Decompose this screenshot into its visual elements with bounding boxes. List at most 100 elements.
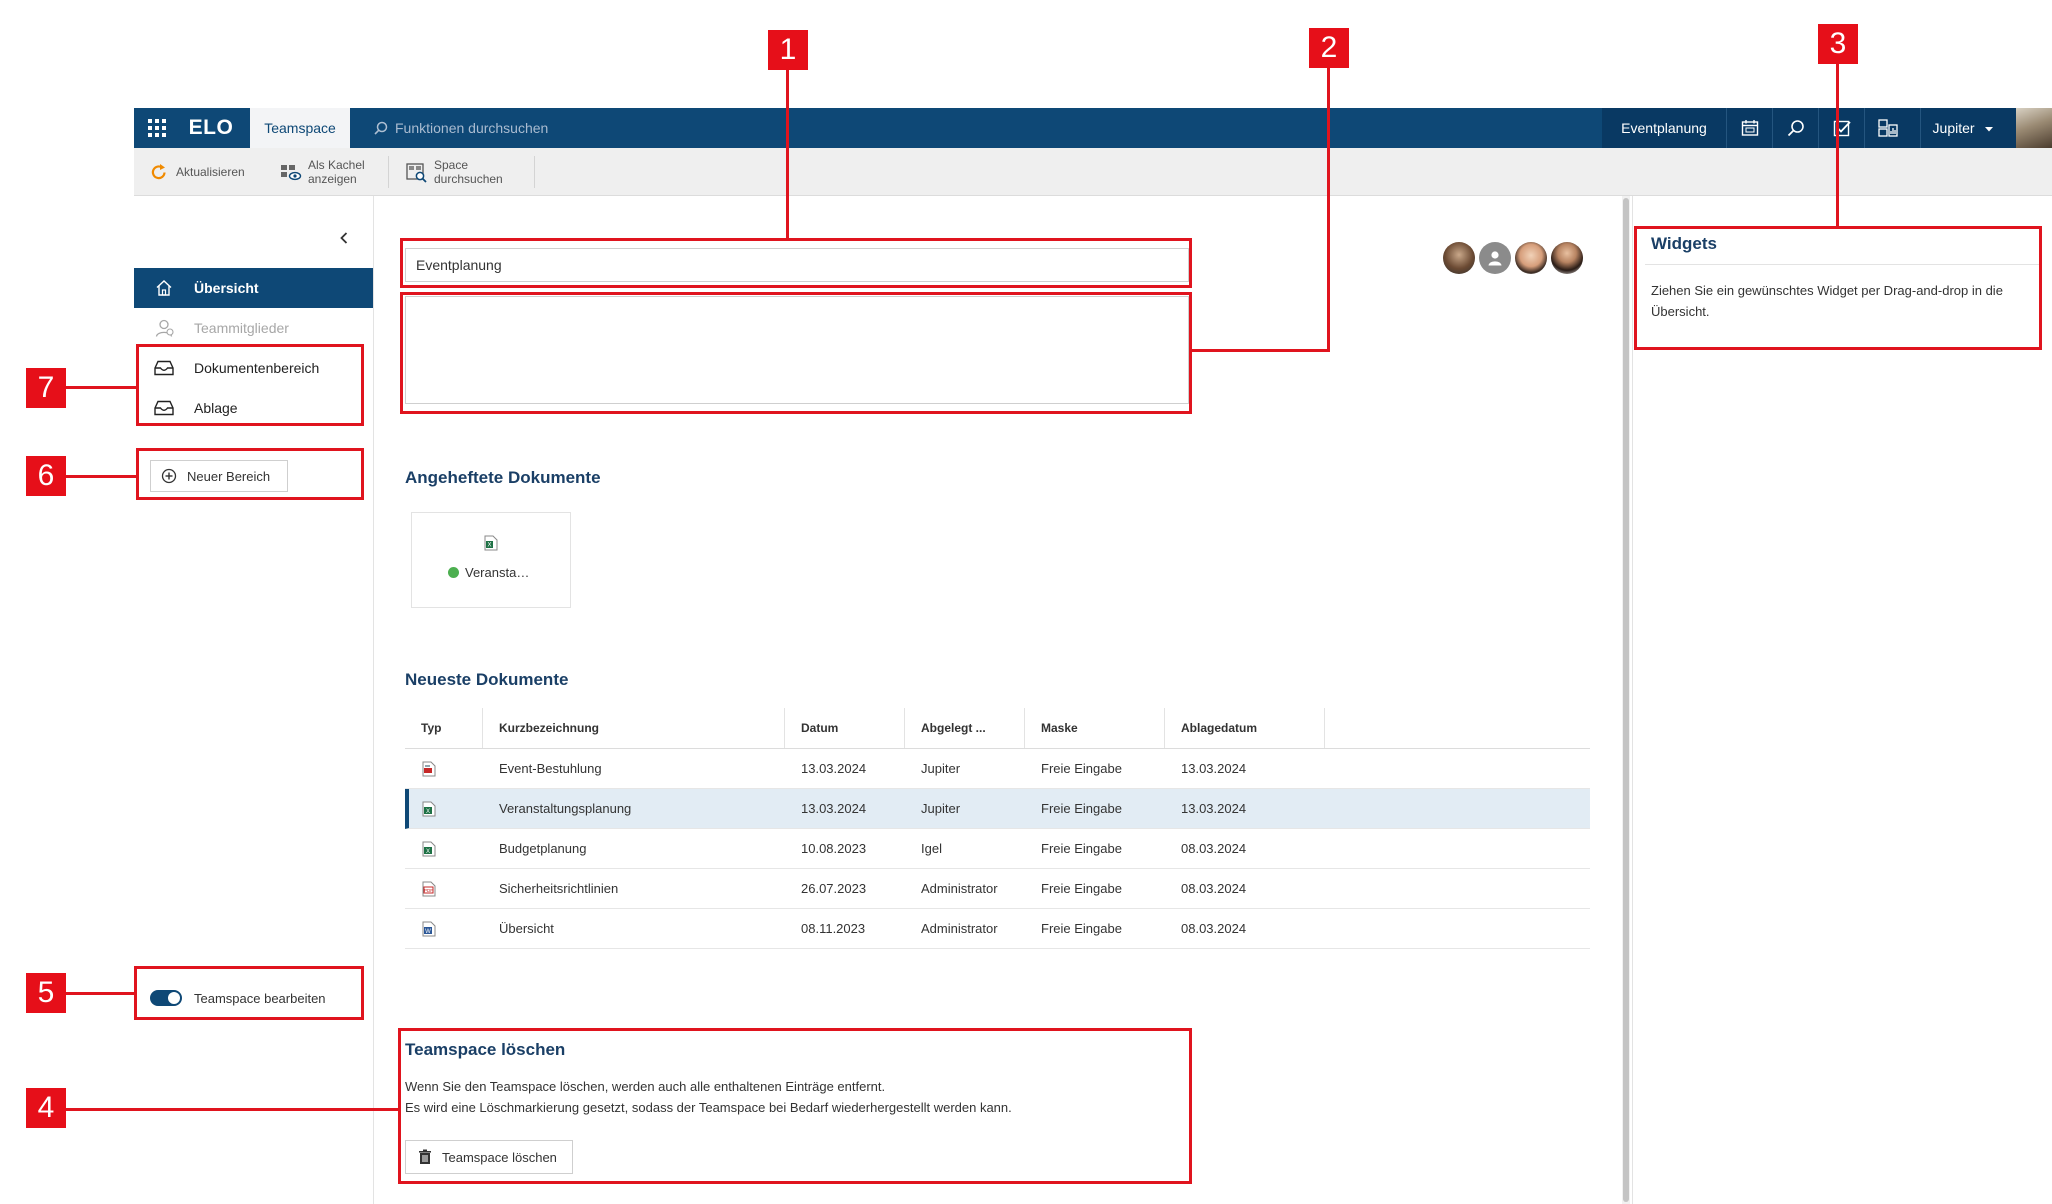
type-cell: X xyxy=(405,789,437,829)
word-file-icon: W xyxy=(422,921,436,937)
recent-documents-title: Neueste Dokumente xyxy=(405,670,569,689)
column-header-filed-date[interactable]: Ablagedatum xyxy=(1165,708,1325,748)
table-row-selected[interactable]: X Veranstaltungsplanung 13.03.2024 Jupit… xyxy=(405,789,1590,829)
annotation-badge-2: 2 xyxy=(1309,28,1349,68)
cell-date: 10.08.2023 xyxy=(801,841,867,856)
type-cell: W xyxy=(405,909,437,949)
function-search-input[interactable] xyxy=(395,120,775,136)
cell-short-name: Budgetplanung xyxy=(499,841,587,856)
refresh-button[interactable]: Aktualisieren xyxy=(150,148,245,196)
chevron-left-icon xyxy=(340,232,348,244)
cell-filed-date: 08.03.2024 xyxy=(1181,921,1247,936)
status-dot xyxy=(448,567,459,578)
column-header-date[interactable]: Datum xyxy=(785,708,905,748)
annotation-badge-5: 5 xyxy=(26,973,66,1013)
users-icon xyxy=(155,319,174,337)
table-row[interactable]: Event-Bestuhlung 13.03.2024 Jupiter Frei… xyxy=(405,749,1590,789)
sidebar-item-team-members[interactable]: Teammitglieder xyxy=(134,308,373,348)
annotation-badge-6: 6 xyxy=(26,456,66,496)
main-scrollbar[interactable] xyxy=(1622,196,1630,1204)
sidebar-item-label: Übersicht xyxy=(194,280,259,296)
annotation-line xyxy=(66,386,138,389)
column-header-short-name[interactable]: Kurzbezeichnung xyxy=(483,708,785,748)
sidebar-item-label: Teammitglieder xyxy=(194,320,289,336)
tile-view-icon xyxy=(281,165,302,181)
tile-view-label-2: anzeigen xyxy=(308,172,357,186)
cell-mask: Freie Eingabe xyxy=(1041,921,1122,936)
excel-file-icon: X xyxy=(422,841,436,857)
scrollbar-thumb[interactable] xyxy=(1623,198,1629,1202)
calendar-button[interactable] xyxy=(1726,108,1772,148)
search-icon xyxy=(374,121,388,135)
pinned-documents-title: Angeheftete Dokumente xyxy=(405,468,601,487)
svg-text:X: X xyxy=(426,809,430,815)
table-row[interactable]: W Übersicht 08.11.2023 Administrator Fre… xyxy=(405,909,1590,949)
user-avatar[interactable] xyxy=(2016,108,2052,148)
annotation-badge-1: 1 xyxy=(768,30,808,70)
space-search-label-2: durchsuchen xyxy=(434,172,503,186)
apps-grid-icon xyxy=(148,119,166,137)
dashboard-icon xyxy=(1877,119,1898,137)
search-icon xyxy=(1787,120,1804,137)
annotation-line xyxy=(66,475,138,478)
cell-short-name: Sicherheitsrichtlinien xyxy=(499,881,619,896)
annotation-box-delete xyxy=(398,1028,1192,1184)
svg-text:PDF: PDF xyxy=(424,888,433,893)
column-header-filed-by[interactable]: Abgelegt ... xyxy=(905,708,1025,748)
refresh-icon xyxy=(151,164,166,180)
column-header-mask[interactable]: Maske xyxy=(1025,708,1165,748)
excel-file-icon: X xyxy=(484,535,498,551)
cell-filed-date: 13.03.2024 xyxy=(1181,761,1247,776)
tab-teamspace[interactable]: Teamspace xyxy=(250,108,350,148)
space-search-button[interactable]: Space durchsuchen xyxy=(406,148,503,196)
current-space-label[interactable]: Eventplanung xyxy=(1602,108,1726,148)
member-avatar[interactable] xyxy=(1479,242,1511,274)
cell-short-name: Event-Bestuhlung xyxy=(499,761,602,776)
user-menu[interactable]: Jupiter xyxy=(1920,108,2006,148)
excel-file-icon: X xyxy=(422,801,436,817)
table-row[interactable]: PDF Sicherheitsrichtlinien 26.07.2023 Ad… xyxy=(405,869,1590,909)
pdf-file-icon: PDF xyxy=(422,881,436,897)
cell-filed-by: Igel xyxy=(921,841,942,856)
member-avatar[interactable] xyxy=(1515,242,1547,274)
type-cell: PDF xyxy=(405,869,437,909)
top-right-actions: Eventplanung Jupiter xyxy=(1602,108,2052,148)
cell-filed-date: 13.03.2024 xyxy=(1181,801,1247,816)
cell-short-name: Veranstaltungsplanung xyxy=(499,801,632,816)
cell-filed-by: Administrator xyxy=(921,921,998,936)
apps-grid-button[interactable] xyxy=(134,108,180,148)
member-avatar[interactable] xyxy=(1551,242,1583,274)
function-search[interactable] xyxy=(374,108,814,148)
cell-date: 13.03.2024 xyxy=(801,801,867,816)
cell-short-name: Übersicht xyxy=(499,921,554,936)
pinned-document-tile[interactable]: X Veransta… xyxy=(411,512,571,608)
png-file-icon xyxy=(422,761,436,777)
cell-filed-by: Administrator xyxy=(921,881,998,896)
cell-mask: Freie Eingabe xyxy=(1041,801,1122,816)
collapse-sidebar-button[interactable] xyxy=(332,226,356,250)
svg-text:W: W xyxy=(425,929,431,935)
column-header-type[interactable]: Typ xyxy=(405,708,483,748)
ribbon-divider xyxy=(534,156,535,188)
annotation-line xyxy=(66,992,136,995)
svg-text:X: X xyxy=(426,849,430,855)
annotation-badge-3: 3 xyxy=(1818,24,1858,64)
sidebar-item-overview[interactable]: Übersicht xyxy=(134,268,373,308)
search-button[interactable] xyxy=(1772,108,1818,148)
annotation-line xyxy=(66,1108,400,1111)
dashboard-button[interactable] xyxy=(1864,108,1910,148)
cell-filed-by: Jupiter xyxy=(921,761,961,776)
ribbon-toolbar: Aktualisieren Als Kachel anzeigen Space du… xyxy=(134,148,2052,196)
cell-date: 13.03.2024 xyxy=(801,761,867,776)
tile-view-button[interactable]: Als Kachel anzeigen xyxy=(280,148,365,196)
user-name: Jupiter xyxy=(1932,120,1975,136)
cell-filed-date: 08.03.2024 xyxy=(1181,841,1247,856)
refresh-label: Aktualisieren xyxy=(176,165,245,179)
tasks-button[interactable] xyxy=(1818,108,1864,148)
annotation-line xyxy=(1836,62,1839,228)
space-search-icon xyxy=(406,163,427,183)
member-avatar[interactable] xyxy=(1443,242,1475,274)
elo-logo: ELO xyxy=(188,116,234,139)
table-row[interactable]: X Budgetplanung 10.08.2023 Igel Freie Ei… xyxy=(405,829,1590,869)
annotation-badge-4: 4 xyxy=(26,1088,66,1128)
